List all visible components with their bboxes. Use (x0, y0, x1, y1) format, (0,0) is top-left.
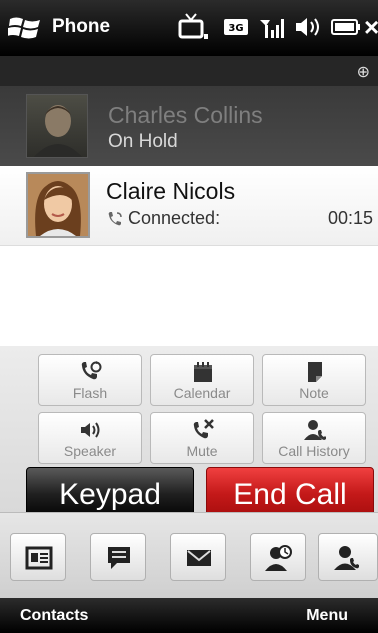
flash-button[interactable]: Flash (38, 354, 142, 406)
app-title: Phone (52, 16, 111, 37)
call-history-icon (304, 420, 326, 440)
message-icon (108, 547, 130, 569)
active-call-status: Connected: (128, 208, 221, 228)
speaker-label: Speaker (63, 443, 117, 459)
calendar-label: Calendar (173, 385, 231, 401)
menu-softkey[interactable]: Menu (306, 607, 348, 625)
held-call-status: On Hold (108, 131, 178, 152)
calendar-button[interactable]: Calendar (150, 354, 254, 406)
active-call-row[interactable]: Claire Nicols Connected: 00:15 (0, 166, 378, 246)
active-call-area: Claire Nicols Connected: 00:15 (0, 166, 378, 346)
svg-text:3G: 3G (228, 23, 243, 34)
mute-button[interactable]: Mute (150, 412, 254, 464)
close-icon[interactable]: × (364, 12, 378, 43)
contacts-softkey[interactable]: Contacts (20, 607, 88, 625)
avatar (26, 94, 88, 158)
softkey-bar: Contacts Menu (0, 598, 378, 633)
mute-label: Mute (186, 443, 218, 459)
held-call-row[interactable]: Charles Collins On Hold (0, 86, 378, 166)
call-history-label: Call History (278, 443, 350, 459)
status-bar: Phone 3G × (0, 0, 378, 56)
call-history-shortcut-button[interactable] (318, 533, 378, 581)
call-history-icon (334, 546, 359, 570)
call-actions-panel: Flash Calendar Note Speaker Mute Call Hi… (0, 346, 378, 521)
flash-icon (81, 361, 102, 380)
3g-icon[interactable]: 3G (222, 12, 250, 42)
calendar-icon (194, 362, 212, 382)
shortcut-bar (0, 512, 378, 598)
appointment-button[interactable] (250, 533, 306, 581)
note-button[interactable]: Note (262, 354, 366, 406)
contact-card-icon (25, 546, 53, 570)
avatar (26, 172, 90, 238)
email-icon (187, 550, 211, 566)
signal-icon[interactable] (256, 12, 286, 42)
held-caller-name: Charles Collins (108, 102, 263, 128)
active-caller-name: Claire Nicols (106, 178, 236, 204)
volume-icon[interactable] (292, 12, 324, 42)
windows-start-icon[interactable] (8, 14, 42, 40)
note-icon (308, 362, 322, 382)
sub-bar: ⊕ (0, 56, 378, 86)
speaker-icon (81, 422, 100, 438)
email-button[interactable] (170, 533, 226, 581)
tv-icon[interactable] (176, 12, 210, 42)
flash-label: Flash (72, 385, 108, 401)
call-history-button[interactable]: Call History (262, 412, 366, 464)
note-label: Note (299, 385, 329, 401)
call-timer: 00:15 (327, 208, 373, 228)
connected-icon (108, 212, 122, 226)
contact-card-button[interactable] (10, 533, 66, 581)
mute-icon (193, 419, 214, 439)
speaker-button[interactable]: Speaker (38, 412, 142, 464)
appointment-icon (265, 545, 292, 571)
message-button[interactable] (90, 533, 146, 581)
battery-icon[interactable] (330, 12, 362, 42)
globe-icon[interactable]: ⊕ (357, 62, 370, 82)
